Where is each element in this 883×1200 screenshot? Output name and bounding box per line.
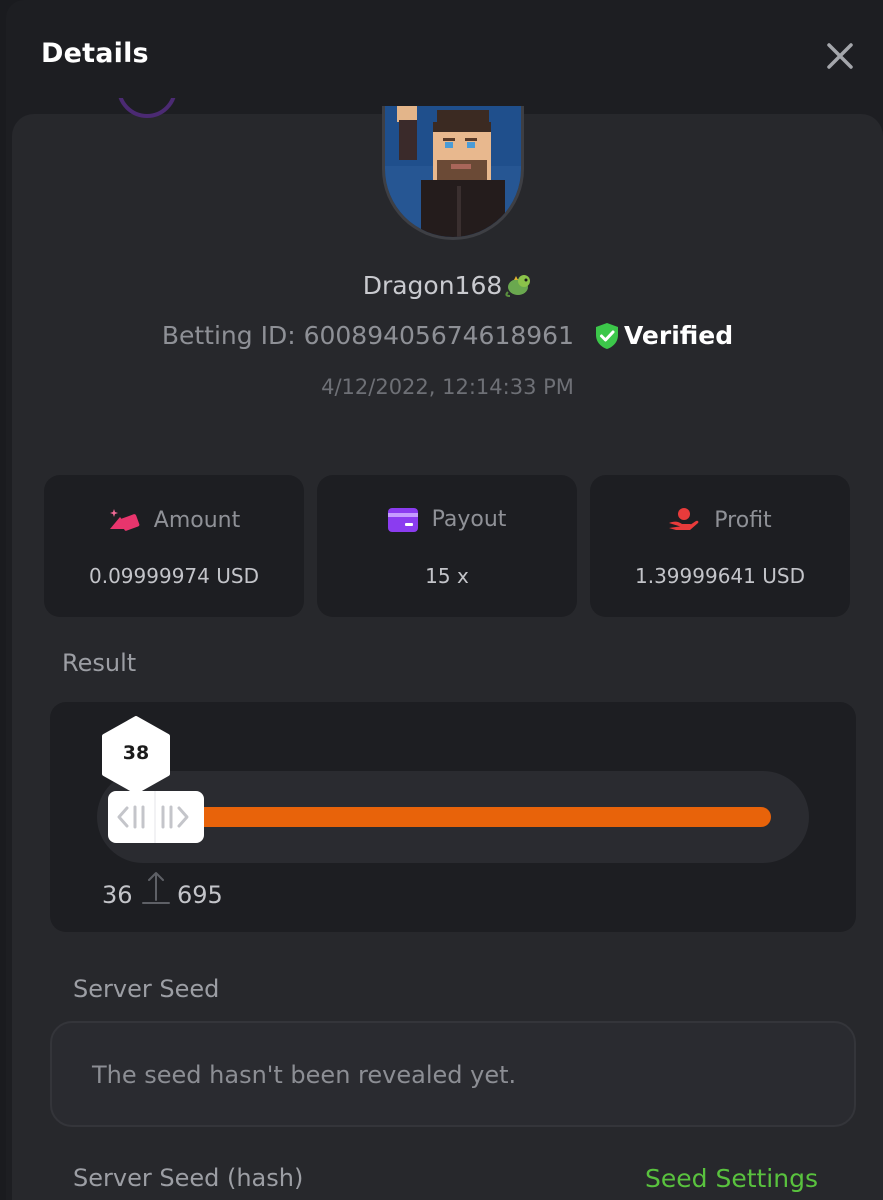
result-slider-box: 38 36 695 (50, 702, 856, 932)
details-modal: Details Dragon168 Betting ID: 6008940567… (6, 0, 883, 1200)
stat-amount-value: 0.09999974 USD (89, 564, 259, 588)
coins-icon (109, 509, 140, 531)
dragon-emoji-icon (504, 272, 532, 304)
close-icon[interactable] (824, 40, 856, 72)
betting-id-label: Betting ID: (161, 321, 296, 350)
stat-amount-label: Amount (153, 508, 241, 533)
details-panel: Dragon168 Betting ID: 60089405674618961 … (12, 98, 883, 1200)
decorative-ring (117, 98, 177, 120)
stat-payout-value: 15 x (425, 564, 469, 588)
shield-check-icon (594, 322, 620, 356)
card-icon (387, 508, 418, 532)
server-seed-field: The seed hasn't been revealed yet. (50, 1021, 856, 1127)
seed-settings-link[interactable]: Seed Settings (645, 1164, 818, 1193)
bet-timestamp: 4/12/2022, 12:14:33 PM (321, 375, 574, 399)
range-min-value: 36 (102, 881, 133, 909)
stat-card-profit: Profit 1.39999641 USD (590, 475, 850, 617)
slider-range-fill (156, 807, 771, 827)
avatar (382, 106, 524, 240)
stat-profit-header: Profit (590, 507, 850, 533)
username-text: Dragon168 (362, 271, 503, 300)
stat-profit-value: 1.39999641 USD (635, 564, 805, 588)
username: Dragon168 (12, 271, 883, 304)
result-roll-value: 38 (122, 742, 150, 764)
stat-payout-label: Payout (431, 507, 507, 532)
range-max-value: 695 (177, 881, 223, 909)
verified-label: Verified (623, 321, 734, 350)
modal-title: Details (41, 38, 149, 69)
result-label: Result (62, 649, 137, 677)
server-seed-label: Server Seed (73, 975, 220, 1003)
modal-header: Details (6, 0, 883, 114)
stat-card-amount: Amount 0.09999974 USD (44, 475, 304, 617)
result-roll-badge: 38 (101, 716, 171, 794)
betting-id-value: 60089405674618961 (303, 321, 574, 350)
stat-profit-label: Profit (714, 508, 772, 533)
betting-id-row: Betting ID: 60089405674618961 Verified (12, 321, 883, 356)
range-arrow-icon (141, 870, 171, 910)
slider-handle[interactable] (108, 791, 204, 843)
server-seed-hash-label: Server Seed (hash) (73, 1164, 304, 1192)
server-seed-value: The seed hasn't been revealed yet. (92, 1061, 517, 1089)
stat-card-payout: Payout 15 x (317, 475, 577, 617)
hand-coin-icon (669, 508, 699, 530)
stat-amount-header: Amount (44, 507, 304, 533)
stat-payout-header: Payout (317, 507, 577, 532)
